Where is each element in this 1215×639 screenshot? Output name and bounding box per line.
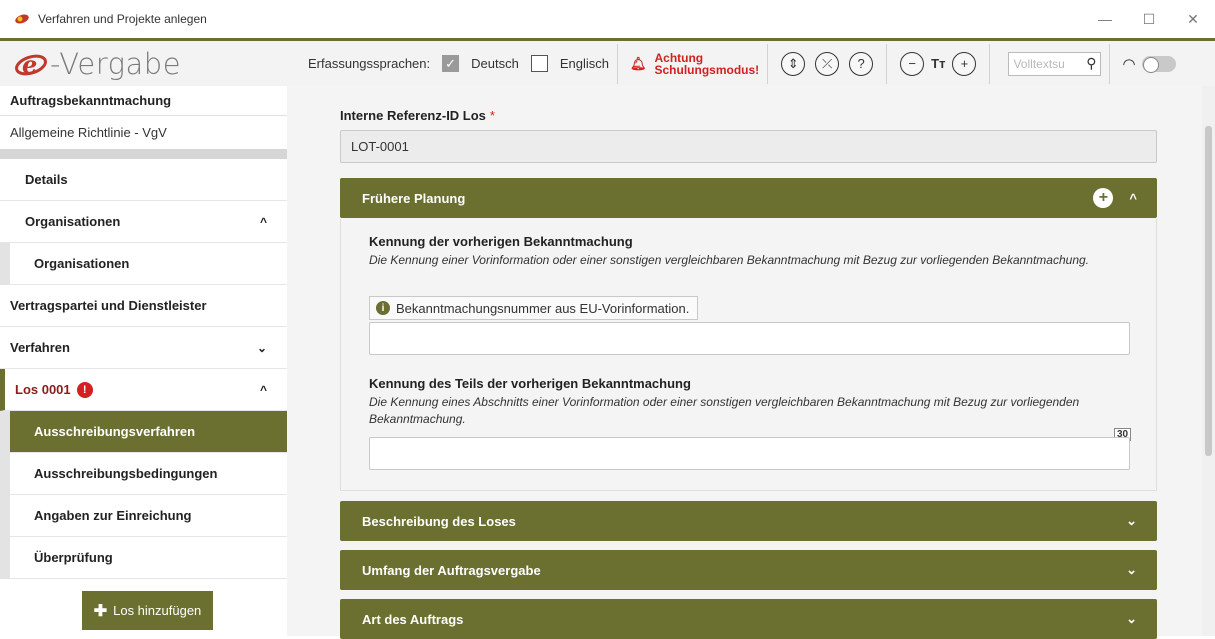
sidebar-item-label: Verfahren [10, 340, 70, 355]
panel-fruehere-planung[interactable]: Frühere Planung + ^ [340, 178, 1157, 218]
panel-title: Umfang der Auftragsvergabe [362, 562, 541, 578]
training-mode-warning: 🔔︎ Achtung Schulungsmodus! [630, 52, 759, 76]
languages-label: Erfassungssprachen: [308, 56, 431, 71]
main-content: Interne Referenz-ID Los * LOT-0001 Früher… [287, 86, 1202, 639]
help-icon[interactable]: ? [849, 51, 874, 76]
ref-id-label-text: Interne Referenz-ID Los [340, 108, 486, 123]
sidebar-subitem-ausschreibungsverfahren[interactable]: Ausschreibungsverfahren [10, 411, 287, 453]
sidebar-subitem-ausschreibungsbedingungen[interactable]: Ausschreibungsbedingungen [10, 453, 287, 495]
add-los-label: Los hinzufügen [113, 603, 202, 618]
previous-notice-id-input[interactable] [369, 322, 1130, 355]
hint-box: i Bekanntmachungsnummer aus EU-Vorinform… [369, 296, 699, 320]
scrollbar-thumb[interactable] [1205, 126, 1212, 456]
toolbar-divider [989, 43, 991, 84]
window-title-bar: Verfahren und Projekte anlegen — ☐ ✕ [0, 0, 1215, 38]
previous-notice-part-id-input[interactable] [369, 437, 1130, 470]
mode-toggle[interactable] [1141, 55, 1176, 73]
collapse-all-icon[interactable]: ⤫ [815, 51, 840, 76]
englisch-checkbox[interactable] [530, 55, 548, 72]
evergabe-logo: e -Vergabe [0, 41, 275, 86]
info-icon: i [376, 301, 390, 315]
hint-text: Bekanntmachungsnummer aus EU-Vorinformat… [396, 300, 690, 316]
sidebar-subitem-ueberpruefung[interactable]: Überprüfung [10, 537, 287, 579]
panel-art-des-auftrags[interactable]: Art des Auftrags ⌄ [340, 599, 1157, 639]
chevron-down-icon[interactable]: ⌄ [1126, 562, 1137, 578]
add-los-button[interactable]: ✚ Los hinzufügen [82, 591, 213, 630]
panel-title: Frühere Planung [362, 190, 466, 206]
chevron-down-icon[interactable]: ⌄ [1126, 513, 1137, 529]
sidebar-subheader: Allgemeine Richtlinie - VgV [10, 125, 167, 140]
maximize-button[interactable]: ☐ [1127, 0, 1171, 38]
section-description: Die Kennung einer Vorinformation oder ei… [369, 253, 1089, 267]
chevron-up-icon: ^ [259, 214, 267, 229]
englisch-label: Englisch [559, 56, 609, 71]
chevron-up-icon: ^ [259, 382, 267, 397]
sidebar-item-organisationen[interactable]: Organisationen ^ [0, 201, 287, 243]
speed-gauge-icon[interactable]: ◠ [1122, 55, 1135, 73]
los-children: Ausschreibungsverfahren Ausschreibungsbe… [0, 411, 287, 579]
section-title: Kennung des Teils der vorherigen Bekannt… [369, 376, 691, 391]
plus-icon: ✚ [93, 602, 108, 620]
window-title: Verfahren und Projekte anlegen [38, 12, 207, 26]
sidebar-item-verfahren[interactable]: Verfahren ⌄ [0, 327, 287, 369]
sidebar-item-details[interactable]: Details [0, 159, 287, 201]
toolbar-divider [1109, 43, 1111, 84]
deutsch-checkbox[interactable]: ✓ [442, 55, 460, 72]
chevron-down-icon[interactable]: ⌄ [1126, 611, 1137, 627]
error-icon: ! [76, 381, 93, 398]
language-selector: Erfassungssprachen: ✓ Deutsch Englisch [308, 55, 609, 72]
panel-umfang-auftragsvergabe[interactable]: Umfang der Auftragsvergabe ⌄ [340, 550, 1157, 590]
close-button[interactable]: ✕ [1171, 0, 1215, 38]
sidebar-subitem-angaben-einreichung[interactable]: Angaben zur Einreichung [10, 495, 287, 537]
warning-line-2: Schulungsmodus! [654, 62, 760, 77]
ref-id-field[interactable]: LOT-0001 [340, 130, 1157, 163]
sidebar-item-label: Ausschreibungsverfahren [34, 424, 196, 439]
sidebar-item-label: Überprüfung [34, 550, 113, 565]
sidebar: Auftragsbekanntmachung Allgemeine Richtl… [0, 86, 287, 636]
section-description: Die Kennung eines Abschnitts einer Vorin… [369, 395, 1080, 426]
required-marker: * [489, 108, 495, 123]
e-logo-icon: e [15, 50, 47, 79]
font-increase-icon[interactable]: + [952, 51, 977, 76]
ref-id-label: Interne Referenz-ID Los * [340, 108, 495, 123]
svg-text:e: e [22, 50, 37, 79]
toolbar-divider [886, 43, 888, 84]
warning-line-1: Achtung [654, 50, 704, 65]
deutsch-label: Deutsch [471, 56, 519, 71]
sidebar-item-label: Ausschreibungsbedingungen [34, 466, 218, 481]
sidebar-item-label: Los 0001 [15, 382, 71, 397]
app-toolbar: e -Vergabe Erfassungssprachen: ✓ Deutsch… [0, 38, 1215, 86]
sidebar-item-label: Organisationen [25, 214, 121, 229]
sidebar-header: Auftragsbekanntmachung [0, 86, 287, 116]
sidebar-item-label: Organisationen [34, 256, 130, 271]
panel-beschreibung-des-loses[interactable]: Beschreibung des Loses ⌄ [340, 501, 1157, 541]
sidebar-item-los-0001[interactable]: Los 0001 ! ^ [0, 369, 287, 411]
chevron-down-icon: ⌄ [256, 340, 267, 355]
sidebar-item-label: Angaben zur Einreichung [34, 508, 192, 523]
chevron-up-icon[interactable]: ^ [1129, 191, 1137, 206]
vertical-scrollbar[interactable] [1202, 86, 1215, 636]
app-logo-icon [14, 12, 30, 26]
panel-body-fruehere-planung: Kennung der vorherigen Bekanntmachung Di… [340, 219, 1157, 491]
search-icon[interactable]: ⚲ [1086, 55, 1096, 72]
logo-text: -Vergabe [50, 46, 182, 81]
sidebar-item-vertragspartei[interactable]: Vertragspartei und Dienstleister [0, 285, 287, 327]
section-title: Kennung der vorherigen Bekanntmachung [369, 234, 633, 249]
add-icon[interactable]: + [1093, 188, 1114, 208]
sidebar-gap [0, 149, 287, 159]
toolbar-divider [616, 43, 618, 84]
sidebar-item-label: Details [25, 172, 68, 187]
fulltext-search-input[interactable]: Volltextsu ⚲ [1008, 51, 1102, 76]
panel-title: Beschreibung des Loses [362, 513, 516, 529]
font-decrease-icon[interactable]: − [900, 51, 925, 76]
font-size-label: Tт [931, 56, 946, 71]
expand-all-icon[interactable]: ⇕ [781, 51, 806, 76]
sidebar-subitem-organisationen[interactable]: Organisationen [10, 243, 287, 285]
bell-icon: 🔔︎ [629, 55, 647, 71]
toolbar-divider [767, 43, 769, 84]
minimize-button[interactable]: — [1083, 0, 1127, 38]
sidebar-item-label: Vertragspartei und Dienstleister [10, 298, 207, 313]
panel-title: Art des Auftrags [362, 611, 464, 627]
search-placeholder: Volltextsu [1013, 56, 1065, 71]
